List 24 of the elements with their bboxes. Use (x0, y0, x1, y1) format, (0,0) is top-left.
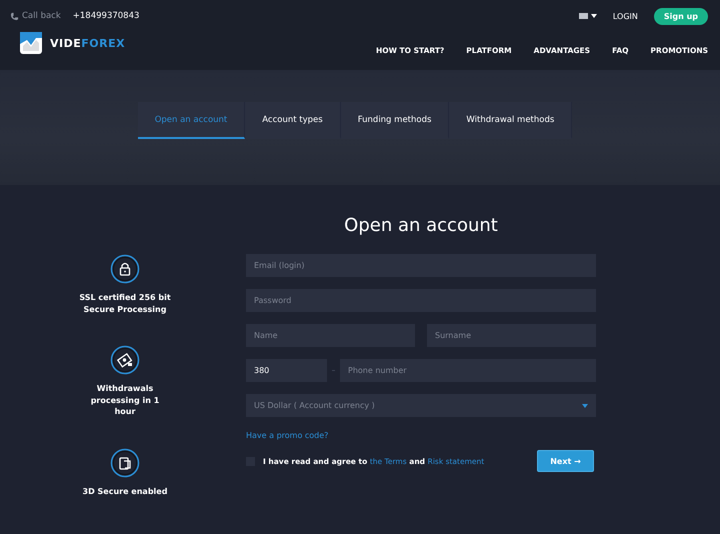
caret-icon (590, 14, 597, 18)
country-code-field[interactable]: 380 (246, 359, 327, 382)
lock-icon (110, 254, 140, 284)
tab[interactable]: Open an account (138, 102, 246, 139)
logo-text: VIDEFOREX (50, 36, 126, 50)
flag-dropdown[interactable] (578, 13, 597, 19)
name-field[interactable]: Name (246, 324, 415, 347)
promo-code-link[interactable]: Have a promo code? (246, 431, 596, 440)
feature-text: 3D Secure enabled (82, 486, 168, 498)
banknote-icon (110, 345, 140, 376)
password-field[interactable]: Password (246, 289, 596, 312)
surname-field[interactable]: Surname (427, 324, 596, 347)
feature-text: Withdrawals processing in 1 hour (90, 383, 160, 418)
phone-number: +18499370843 (72, 11, 140, 21)
feature-text: SSL certified 256 bit Secure Processing (79, 292, 171, 316)
flag-icon (578, 13, 588, 19)
call-back-link[interactable]: Call back (10, 11, 61, 21)
phone-icon (10, 12, 19, 20)
email-field[interactable]: Email (login) (246, 254, 596, 277)
page-title: Open an account (343, 215, 499, 236)
caret-icon (582, 404, 588, 408)
phone-field[interactable]: Phone number (340, 359, 596, 382)
login-link[interactable]: LOGIN (612, 12, 638, 20)
card-icon (110, 448, 140, 478)
